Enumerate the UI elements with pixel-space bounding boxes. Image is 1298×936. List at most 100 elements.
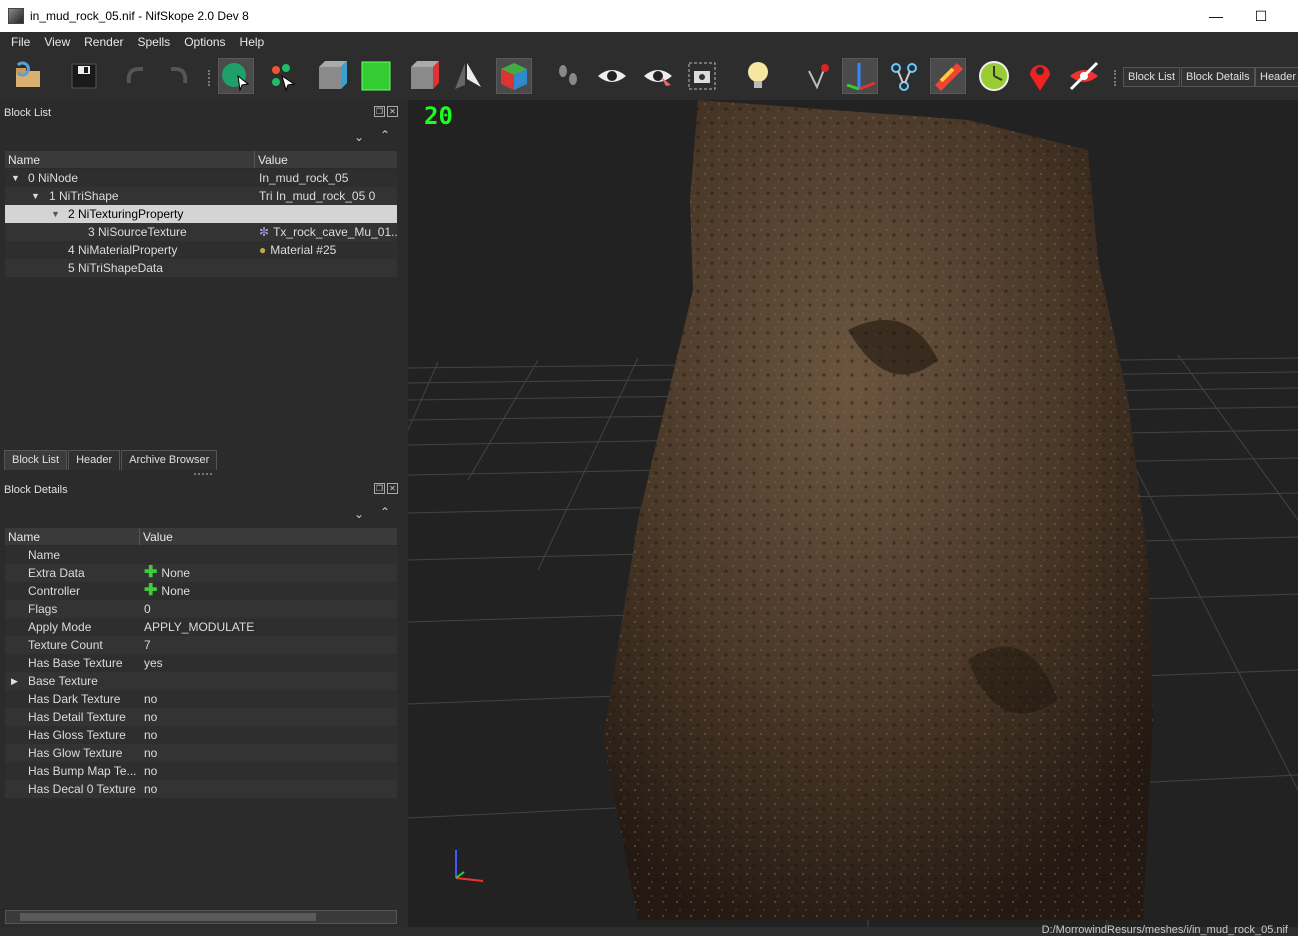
detail-row[interactable]: Flags 0 [5,600,397,618]
clock-icon[interactable] [976,58,1012,94]
detail-row[interactable]: Apply Mode APPLY_MODULATE [5,618,397,636]
detail-name: Has Decal 0 Texture [28,782,136,796]
detail-row[interactable]: Has Base Texture yes [5,654,397,672]
expand-arrow-icon[interactable]: ▼ [11,169,20,187]
cube-green-icon[interactable] [358,58,394,94]
block-details-toggle[interactable]: Block Details [1181,67,1255,87]
float-icon[interactable]: ❐ [374,483,385,494]
detail-value[interactable]: no [140,762,397,780]
vertex-pin-icon[interactable] [800,58,836,94]
column-value[interactable]: Value [255,151,397,168]
tree-row-selected[interactable]: ▼ 2 NiTexturingProperty [5,205,397,223]
tab-block-list[interactable]: Block List [4,450,68,470]
close-icon[interactable]: ✕ [387,106,398,117]
tree-row[interactable]: 4 NiMaterialProperty ● Material #25 [5,241,397,259]
close-icon[interactable]: ✕ [387,483,398,494]
nodes-icon[interactable] [886,58,922,94]
splitter-handle[interactable] [194,473,212,475]
detail-row[interactable]: Has Dark Texture no [5,690,397,708]
detail-value[interactable]: 7 [140,636,397,654]
horizontal-scrollbar[interactable] [5,910,397,924]
maximize-button[interactable]: ☐ [1238,0,1284,32]
menu-help[interactable]: Help [240,35,265,49]
save-icon[interactable] [66,58,102,94]
toolbar-grip[interactable] [208,70,212,86]
screenshot-icon[interactable] [684,58,720,94]
cube-grey-icon[interactable] [314,58,350,94]
column-value[interactable]: Value [140,528,397,545]
detail-name: Apply Mode [28,620,92,634]
minimize-button[interactable]: — [1193,0,1239,32]
detail-value[interactable]: APPLY_MODULATE [140,618,397,636]
hide-eye-icon[interactable] [1066,58,1102,94]
detail-row[interactable]: Name [5,546,397,564]
detail-value[interactable] [140,672,397,690]
detail-value[interactable]: no [140,780,397,798]
detail-name: Has Bump Map Te... [28,764,137,778]
expand-arrow-icon[interactable]: ▼ [31,187,40,205]
detail-value[interactable]: no [140,744,397,762]
detail-row[interactable]: ▶ Base Texture [5,672,397,690]
tab-header[interactable]: Header [68,450,121,470]
add-link-icon[interactable]: ✚ [144,583,157,599]
menu-render[interactable]: Render [84,35,123,49]
redo-icon[interactable] [160,58,196,94]
detail-value[interactable]: no [140,708,397,726]
tree-row[interactable]: 3 NiSourceTexture ✼ Tx_rock_cave_Mu_01... [5,223,397,241]
map-pin-icon[interactable] [1022,58,1058,94]
detail-row[interactable]: Has Decal 0 Texture no [5,780,397,798]
add-link-icon[interactable]: ✚ [144,565,157,581]
tree-row[interactable]: ▼ 0 NiNode In_mud_rock_05 [5,169,397,187]
select-vertex-icon[interactable] [264,58,300,94]
toolbar-grip-2[interactable] [1114,70,1118,86]
block-list-toggle[interactable]: Block List [1123,67,1181,87]
column-name[interactable]: Name [5,151,255,168]
detail-value[interactable]: 0 [140,600,397,618]
detail-row[interactable]: Has Bump Map Te... no [5,762,397,780]
select-object-icon[interactable] [218,58,254,94]
scrollbar-thumb[interactable] [20,913,316,921]
tree-row[interactable]: ▼ 1 NiTriShape Tri In_mud_rock_05 0 [5,187,397,205]
detail-row[interactable]: Has Gloss Texture no [5,726,397,744]
detail-value[interactable]: None [161,582,190,600]
tree-row[interactable]: 5 NiTriShapeData [5,259,397,277]
menu-options[interactable]: Options [184,35,225,49]
menu-view[interactable]: View [44,35,70,49]
block-name: 2 NiTexturingProperty [68,207,184,221]
expand-all-icon[interactable]: ⌃ [380,128,390,142]
eye-icon[interactable] [594,58,630,94]
detail-value[interactable]: no [140,690,397,708]
expand-arrow-icon[interactable]: ▼ [51,205,60,223]
detail-value[interactable]: yes [140,654,397,672]
header-toggle[interactable]: Header [1255,67,1298,87]
textured-cube-icon[interactable] [496,58,532,94]
gradient-ribbon-icon[interactable] [930,58,966,94]
menu-spells[interactable]: Spells [138,35,171,49]
undo-icon[interactable] [118,58,154,94]
column-name[interactable]: Name [5,528,140,545]
eye-cursor-icon[interactable] [640,58,676,94]
footprints-icon[interactable] [550,58,586,94]
detail-row[interactable]: Has Detail Texture no [5,708,397,726]
tab-archive-browser[interactable]: Archive Browser [121,450,218,470]
detail-row[interactable]: Extra Data ✚ None [5,564,397,582]
wireframe-icon[interactable] [450,58,486,94]
detail-row[interactable]: Controller ✚ None [5,582,397,600]
menu-file[interactable]: File [11,35,30,49]
light-bulb-icon[interactable] [740,58,776,94]
detail-value[interactable] [140,546,397,564]
collapse-all-icon[interactable]: ⌄ [354,130,364,144]
collapse-all-icon[interactable]: ⌄ [354,507,364,521]
open-folder-icon[interactable] [10,58,46,94]
cube-red-icon[interactable] [406,58,442,94]
float-icon[interactable]: ❐ [374,106,385,117]
detail-row[interactable]: Texture Count 7 [5,636,397,654]
expand-all-icon[interactable]: ⌃ [380,505,390,519]
detail-value[interactable]: None [161,564,190,582]
expand-arrow-icon[interactable]: ▶ [11,672,18,690]
detail-name: Base Texture [28,674,98,688]
detail-value[interactable]: no [140,726,397,744]
axes-icon[interactable] [842,58,878,94]
render-viewport[interactable]: 20 [408,100,1298,927]
detail-row[interactable]: Has Glow Texture no [5,744,397,762]
